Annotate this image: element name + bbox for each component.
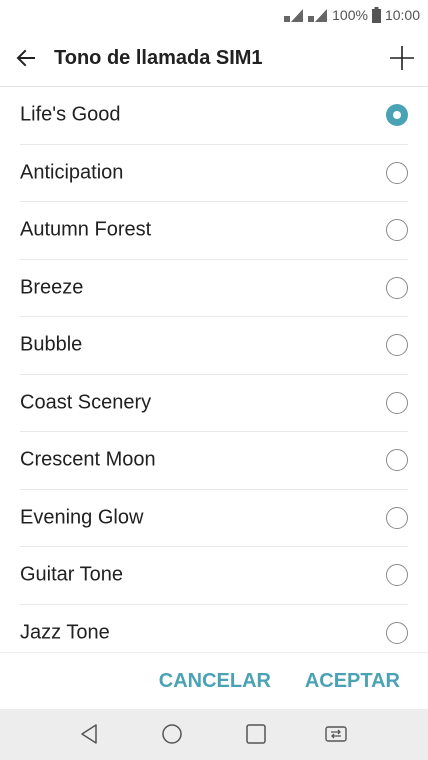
accept-button[interactable]: ACEPTAR [305,670,400,693]
ringtone-list-item[interactable]: Anticipation [20,145,408,202]
battery-percentage: 100% [332,7,368,23]
ringtone-label: Guitar Tone [20,563,124,586]
ringtone-list-item[interactable]: Breeze [20,260,408,317]
ringtone-list-item[interactable]: Coast Scenery [20,375,408,432]
ringtone-list-item[interactable]: Guitar Tone [20,547,408,605]
ringtone-list-item[interactable]: Crescent Moon [20,432,408,490]
plus-icon[interactable] [388,44,416,72]
ringtone-list-item[interactable]: Life's Good [20,87,408,145]
ringtone-list-item[interactable]: Bubble [20,317,408,375]
ringtone-list-item[interactable]: Evening Glow [20,490,408,547]
radio-button[interactable] [386,564,408,587]
ringtone-label: Jazz Tone [20,621,110,644]
ringtone-label: Life's Good [20,103,121,126]
radio-button[interactable] [386,161,408,184]
radio-button[interactable] [386,449,408,472]
back-triangle-icon[interactable] [78,722,102,746]
radio-button-selected[interactable] [386,104,408,127]
home-circle-icon[interactable] [160,722,184,746]
ringtone-label: Autumn Forest [20,218,152,241]
cancel-button[interactable]: CANCELAR [159,670,271,693]
app-bar: Tono de llamada SIM1 [0,30,428,87]
arrow-left-icon[interactable] [14,46,38,70]
radio-button[interactable] [386,219,408,242]
clock: 10:00 [384,7,420,23]
ringtone-label: Crescent Moon [20,448,156,471]
ringtone-label: Anticipation [20,161,124,184]
dialog-actions: CANCELAR ACEPTAR [0,652,428,709]
navigation-bar [0,709,428,760]
radio-button[interactable] [386,506,408,529]
page-title: Tono de llamada SIM1 [54,47,263,69]
ringtone-label: Breeze [20,276,84,299]
sim-switch-icon[interactable] [324,722,348,746]
radio-button[interactable] [386,334,408,357]
status-indicators: 100% 10:00 [284,6,420,24]
ringtone-list-item[interactable]: Jazz Tone [20,605,408,653]
radio-button[interactable] [386,276,408,299]
ringtone-list: Life's Good Anticipation Autumn Forest Bree… [0,87,428,652]
ringtone-label: Bubble [20,333,83,356]
recent-apps-icon[interactable] [244,722,268,746]
battery-icon [371,7,381,23]
radio-button[interactable] [386,621,408,644]
ringtone-label: Coast Scenery [20,391,152,414]
sim2-signal-icon [308,7,328,23]
ringtone-label: Evening Glow [20,506,144,529]
ringtone-list-item[interactable]: Autumn Forest [20,202,408,260]
status-bar: 100% 10:00 [0,0,428,30]
sim1-signal-icon [284,7,304,23]
radio-button[interactable] [386,391,408,414]
